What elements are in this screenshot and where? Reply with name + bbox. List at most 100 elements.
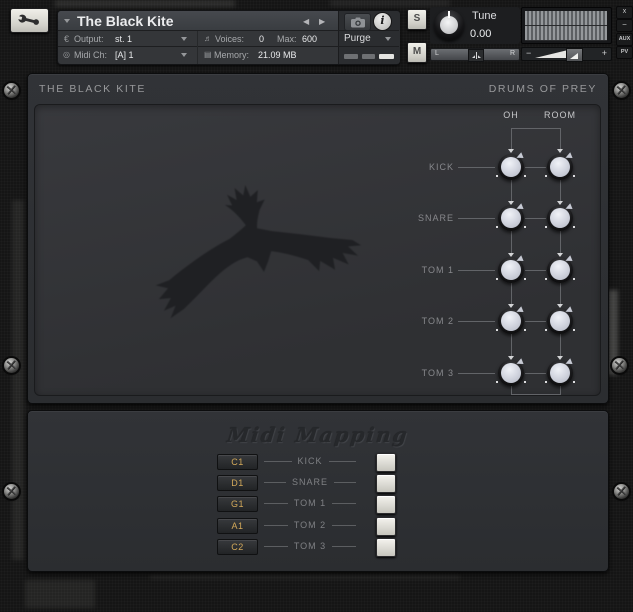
bus-label-room: ROOM [540, 110, 580, 120]
knob-tom2-room[interactable] [547, 308, 573, 334]
pan-handle[interactable] [468, 49, 484, 62]
texture-smudge [25, 580, 95, 608]
meter-left [525, 11, 607, 26]
max-label: Max: [277, 34, 297, 44]
note-button-g1[interactable]: G1 [217, 496, 258, 512]
purge-meter [344, 54, 358, 59]
screw [4, 83, 19, 98]
channel-label-tom3: TOM 3 [365, 367, 454, 379]
mapping-row: TOM 2 [264, 519, 356, 531]
memory-label: Memory: [214, 50, 249, 60]
tune-knob[interactable] [434, 10, 464, 40]
next-instrument-icon[interactable]: ▶ [319, 17, 325, 26]
trigger-button-snare[interactable] [376, 474, 396, 493]
output-level-meters [521, 7, 612, 44]
mute-button[interactable]: M [407, 42, 427, 63]
edit-wrench-button[interactable] [10, 8, 49, 33]
screw [614, 83, 629, 98]
prev-instrument-icon[interactable]: ◀ [303, 17, 309, 26]
minimize-button[interactable]: − [616, 19, 633, 32]
memory-value: 21.09 MB [258, 50, 297, 60]
volume-slider[interactable]: − + [521, 47, 612, 61]
knob-snare-room[interactable] [547, 205, 573, 231]
wrench-icon [17, 14, 43, 27]
pan-center-icon [472, 52, 481, 59]
close-button[interactable]: x [616, 6, 633, 19]
knob-tom3-room[interactable] [547, 360, 573, 386]
snapshot-camera-button[interactable] [344, 13, 371, 31]
instrument-dropdown-icon[interactable] [64, 19, 70, 23]
mapping-row: KICK [264, 455, 356, 467]
trigger-button-tom2[interactable] [376, 517, 396, 536]
purge-meter [362, 54, 375, 59]
volume-handle[interactable] [566, 48, 583, 62]
tune-label: Tune [472, 10, 497, 22]
volume-minus-label: − [526, 48, 531, 59]
mapping-label-snare: SNARE [292, 477, 328, 487]
output-dropdown-icon[interactable] [181, 37, 187, 41]
solo-button[interactable]: S [407, 9, 427, 30]
pan-right-label: R [510, 50, 515, 57]
midi-mapping-title: Midi Mapping [27, 423, 610, 447]
volume-plus-label: + [602, 48, 607, 59]
volume-ramp [535, 50, 568, 58]
purge-dropdown-icon[interactable] [385, 37, 391, 41]
channel-label-snare: SNARE [365, 212, 454, 224]
trigger-button-tom1[interactable] [376, 495, 396, 514]
mapping-row: TOM 3 [264, 540, 356, 552]
instrument-header: The Black Kite ◀ ▶ i € Output: st. 1 ♬ V… [57, 10, 400, 65]
screw [612, 358, 627, 373]
texture-smudge [150, 575, 460, 579]
camera-icon [351, 17, 365, 28]
output-value[interactable]: st. 1 [115, 34, 132, 44]
mapping-label-tom1: TOM 1 [294, 498, 326, 508]
output-jack-icon: € [64, 34, 69, 44]
mapping-label-kick: KICK [298, 456, 323, 466]
kontakt-instrument: The Black Kite ◀ ▶ i € Output: st. 1 ♬ V… [0, 0, 633, 612]
voices-value: 0 [259, 34, 264, 44]
mapping-label-tom3: TOM 3 [294, 541, 326, 551]
channel-label-kick: KICK [365, 161, 454, 173]
midi-plug-icon: ◎ [63, 50, 70, 59]
aux-button[interactable]: AUX [616, 33, 633, 46]
output-label: Output: [74, 34, 104, 44]
instrument-title: The Black Kite [77, 13, 173, 29]
mapping-row: TOM 1 [264, 497, 356, 509]
note-button-a1[interactable]: A1 [217, 518, 258, 534]
knob-kick-oh[interactable] [498, 154, 524, 180]
midi-dropdown-icon[interactable] [181, 53, 187, 57]
screw [4, 358, 19, 373]
knob-kick-room[interactable] [547, 154, 573, 180]
knob-tom3-oh[interactable] [498, 360, 524, 386]
mapping-row: SNARE [264, 476, 356, 488]
panel-title-left: THE BLACK KITE [39, 83, 146, 95]
midi-ch-label: Midi Ch: [74, 50, 107, 60]
main-panel: THE BLACK KITE DRUMS OF PREY OH ROOM [27, 73, 609, 404]
trigger-button-kick[interactable] [376, 453, 396, 472]
knob-snare-oh[interactable] [498, 205, 524, 231]
knob-tom2-oh[interactable] [498, 308, 524, 334]
note-button-c2[interactable]: C2 [217, 539, 258, 555]
voices-label: Voices: [215, 34, 244, 44]
info-button[interactable]: i [373, 12, 392, 31]
texture-smudge [330, 0, 450, 6]
knob-tom1-room[interactable] [547, 257, 573, 283]
note-button-c1[interactable]: C1 [217, 454, 258, 470]
tune-value: 0.00 [470, 28, 491, 40]
pan-slider[interactable]: L R [430, 48, 520, 61]
mapping-label-tom2: TOM 2 [294, 520, 326, 530]
tune-section: Tune 0.00 [430, 7, 520, 44]
trigger-button-tom3[interactable] [376, 538, 396, 557]
channel-label-tom1: TOM 1 [365, 264, 454, 276]
knob-tom1-oh[interactable] [498, 257, 524, 283]
purge-meter [379, 54, 394, 59]
memory-icon: ▤ [204, 50, 212, 59]
texture-smudge [12, 200, 24, 560]
pv-button[interactable]: PV [616, 46, 633, 59]
purge-button[interactable]: Purge [344, 33, 371, 44]
screw [4, 484, 19, 499]
midi-ch-value[interactable]: [A] 1 [115, 50, 134, 60]
note-button-d1[interactable]: D1 [217, 475, 258, 491]
channel-label-tom2: TOM 2 [365, 315, 454, 327]
kite-bird-silhouette [130, 175, 370, 325]
